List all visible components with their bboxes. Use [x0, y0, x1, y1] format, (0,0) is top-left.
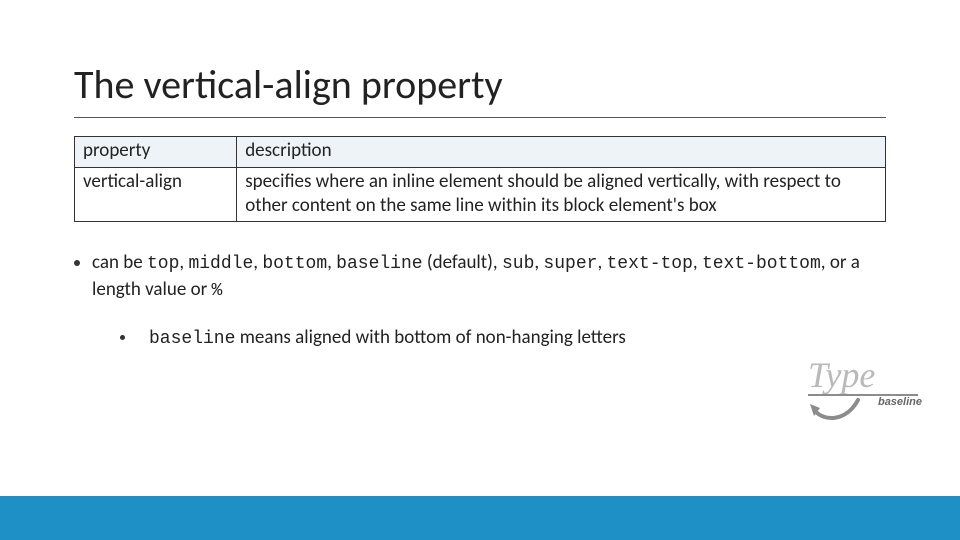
page-title: The vertical-align property: [74, 60, 886, 109]
bullet-level-2: baseline means aligned with bottom of no…: [120, 325, 886, 351]
text-fragment: means aligned with bottom of non-hanging…: [235, 326, 625, 349]
code-token: middle: [188, 254, 253, 274]
code-token: baseline: [336, 254, 422, 274]
code-token: %: [212, 281, 223, 301]
text-fragment: can be: [92, 251, 147, 274]
code-token: bottom: [262, 254, 327, 274]
baseline-figure-word: Type: [808, 354, 875, 396]
bullet-level-2-text: baseline means aligned with bottom of no…: [149, 325, 626, 351]
baseline-figure-label: baseline: [878, 396, 922, 408]
table-header-row: property description: [75, 137, 886, 168]
title-underline: [74, 117, 886, 118]
table-header-description: description: [237, 137, 886, 168]
curved-arrow-icon: [806, 396, 866, 426]
bullet-dot-icon: [120, 335, 125, 340]
bullet-level-1: can be top, middle, bottom, baseline (de…: [74, 250, 886, 303]
table-cell-property: vertical-align: [75, 167, 237, 222]
code-token: top: [147, 254, 179, 274]
baseline-figure: Type baseline: [808, 360, 918, 432]
text-fragment: (default): [423, 251, 493, 274]
slide: The vertical-align property property des…: [0, 0, 960, 540]
bullet-dot-icon: [74, 260, 80, 266]
table-row: vertical-align specifies where an inline…: [75, 167, 886, 222]
code-token: super: [543, 254, 597, 274]
bullet-level-1-text: can be top, middle, bottom, baseline (de…: [92, 250, 886, 303]
table-cell-description: specifies where an inline element should…: [237, 167, 886, 222]
code-token: sub: [502, 254, 534, 274]
code-token: text-top: [606, 254, 692, 274]
table-header-property: property: [75, 137, 237, 168]
code-token: baseline: [149, 329, 235, 349]
property-table: property description vertical-align spec…: [74, 136, 886, 222]
code-token: text-bottom: [702, 254, 821, 274]
body: can be top, middle, bottom, baseline (de…: [74, 250, 886, 351]
footer-bar: [0, 496, 960, 540]
